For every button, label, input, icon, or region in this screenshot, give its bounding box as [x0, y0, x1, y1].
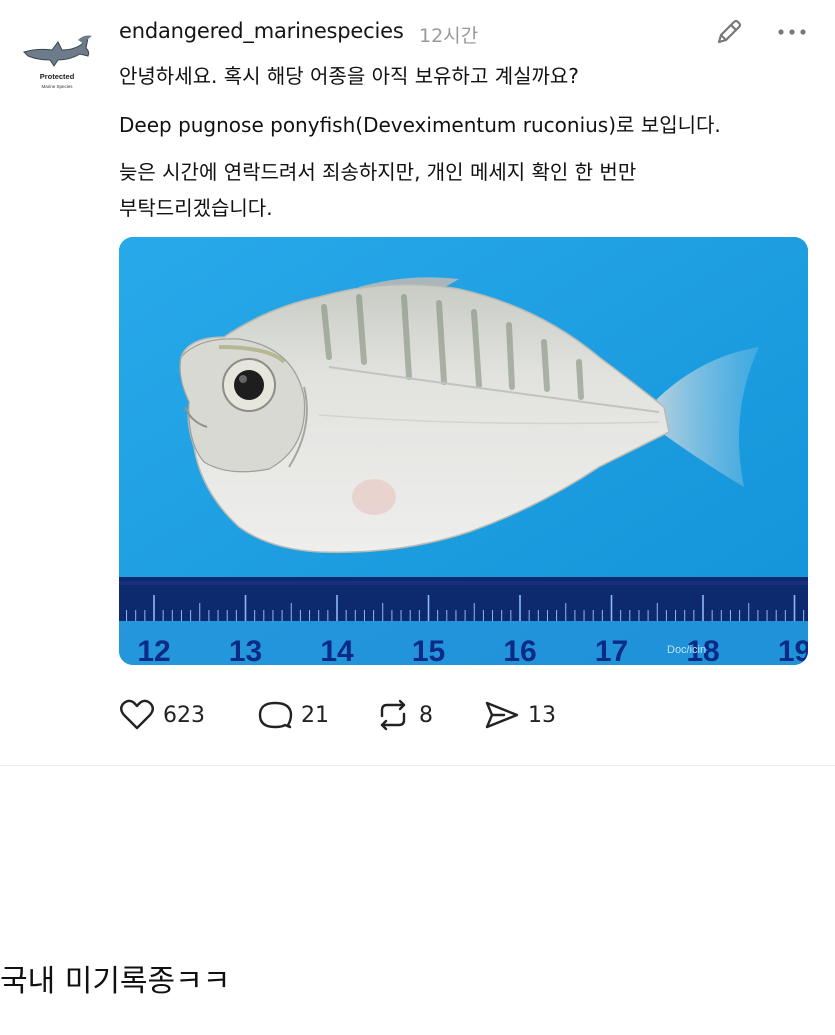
divider	[0, 765, 835, 766]
ruler-number: 12	[137, 635, 170, 665]
reply-count: 21	[301, 702, 329, 728]
share-icon	[485, 701, 519, 729]
more-options-button[interactable]	[770, 18, 814, 46]
pencil-icon	[717, 19, 742, 44]
comment-icon	[258, 701, 293, 729]
ruler-number: 17	[595, 635, 628, 665]
post-text-line: 부탁드리겠습니다.	[119, 196, 273, 220]
ruler-number: 16	[503, 635, 536, 665]
ruler-number: 15	[412, 635, 445, 665]
post-text-line: 늦은 시간에 연락드려서 죄송하지만, 개인 메세지 확인 한 번만	[119, 160, 637, 184]
shark-icon: Protected Marine Species	[23, 35, 92, 89]
avatar[interactable]: Protected Marine Species	[18, 30, 96, 94]
reply-button[interactable]: 21	[255, 694, 329, 736]
username[interactable]: endangered_marinespecies	[119, 19, 404, 43]
post-text-line: 안녕하세요. 혹시 해당 어종을 아직 보유하고 계실까요?	[119, 64, 579, 88]
post-image[interactable]: 12 13 14 15 16 17 18 19 Doc/icin	[119, 237, 808, 665]
image-watermark: Doc/icin	[667, 644, 706, 656]
share-count: 13	[528, 702, 556, 728]
like-count: 623	[163, 702, 205, 728]
like-button[interactable]: 623	[117, 694, 205, 736]
post-text-line: Deep pugnose ponyfish(Deveximentum rucon…	[119, 113, 721, 137]
action-bar: 623 21 8 13	[117, 694, 597, 736]
fish-photo: 12 13 14 15 16 17 18 19 Doc/icin	[119, 237, 808, 665]
heart-icon	[120, 699, 154, 730]
avatar-title: Protected	[40, 72, 75, 81]
ruler-number: 19	[778, 635, 808, 665]
post-time: 12시간	[419, 25, 479, 47]
more-icon	[778, 29, 806, 35]
ruler-number: 13	[229, 635, 262, 665]
avatar-subtitle: Marine Species	[41, 84, 73, 89]
ruler-number: 14	[320, 635, 354, 665]
comment-text: 국내 미기록종ㅋㅋ	[0, 964, 231, 999]
edit-button[interactable]	[711, 14, 747, 50]
share-button[interactable]: 13	[482, 694, 556, 736]
repost-count: 8	[419, 702, 433, 728]
repost-icon	[380, 699, 406, 731]
repost-button[interactable]: 8	[373, 694, 433, 736]
